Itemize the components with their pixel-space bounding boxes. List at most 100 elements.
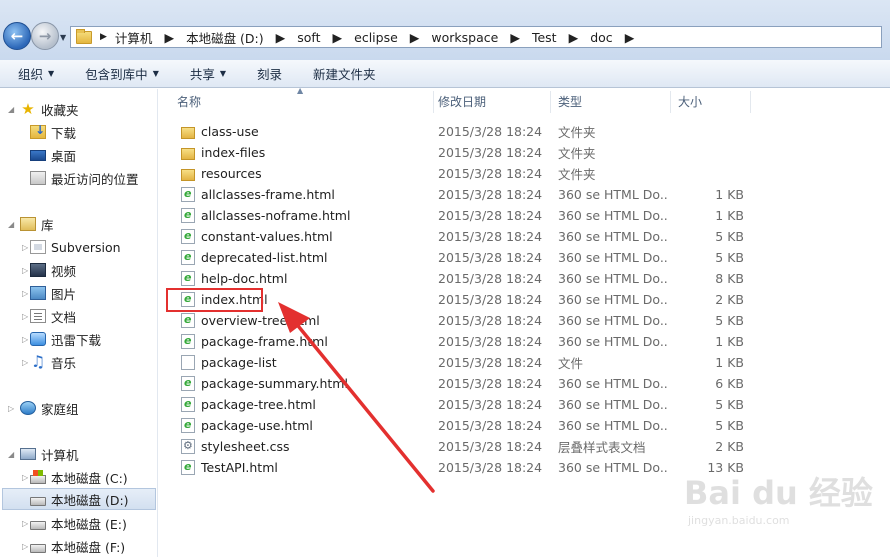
file-row[interactable]: help-doc.html 2015/3/28 18:24 360 se HTML … (159, 268, 890, 289)
file-name-cell[interactable]: resources (181, 166, 262, 181)
chevron-right-icon[interactable]: ▶ (404, 30, 426, 45)
expand-icon[interactable]: ▷ (22, 312, 28, 321)
address-bar[interactable]: ▶ 计算机 ▶ 本地磁盘 (D:) ▶ soft ▶ eclipse ▶ workspa… (70, 26, 882, 48)
file-size: 5 KB (715, 250, 744, 265)
expand-icon[interactable]: ▷ (22, 519, 28, 528)
file-row[interactable]: deprecated-list.html 2015/3/28 18:24 360 s… (159, 247, 890, 268)
breadcrumb-soft[interactable]: soft (291, 30, 326, 45)
column-header-modified[interactable]: 修改日期 (430, 89, 548, 114)
column-header-size[interactable]: 大小 (670, 89, 750, 114)
nav-pictures[interactable]: 图片 (30, 282, 76, 304)
file-row[interactable]: overview-tree.html 2015/3/28 18:24 360 se … (159, 310, 890, 331)
include-library-button[interactable]: 包含到库中 ▼ (67, 60, 172, 87)
file-row[interactable]: resources 2015/3/28 18:24 文件夹 (159, 163, 890, 184)
file-name-cell[interactable]: constant-values.html (181, 229, 333, 244)
forward-button[interactable]: → (31, 22, 59, 50)
organize-button[interactable]: 组织 ▼ (0, 60, 67, 87)
music-note-icon: ♫ (30, 352, 46, 371)
file-row[interactable]: index.html2015/3/28 18:24360 se HTML Do.… (159, 289, 890, 310)
expand-icon[interactable]: ▷ (8, 404, 14, 413)
share-button[interactable]: 共享 ▼ (172, 60, 239, 87)
nav-computer[interactable]: 计算机 (20, 443, 79, 465)
collapse-icon[interactable]: ◢ (8, 220, 14, 229)
breadcrumb-workspace[interactable]: workspace (425, 30, 504, 45)
file-row[interactable]: package-list 2015/3/28 18:24 文件 1 KB (159, 352, 890, 373)
chevron-right-icon[interactable]: ▶ (619, 30, 641, 45)
nav-drive-f[interactable]: 本地磁盘 (F:) (30, 535, 125, 557)
file-row[interactable]: package-tree.html 2015/3/28 18:24 360 se H… (159, 394, 890, 415)
expand-icon[interactable]: ▷ (22, 243, 28, 252)
nav-documents[interactable]: 文档 (30, 305, 76, 327)
file-name-cell[interactable]: deprecated-list.html (181, 250, 328, 265)
file-name-cell[interactable]: package-list (181, 355, 277, 370)
file-name-cell[interactable]: class-use (181, 124, 259, 139)
file-date: 2015/3/28 18:24 (438, 187, 543, 202)
file-name-cell[interactable]: help-doc.html (181, 271, 287, 286)
recent-pages-dropdown[interactable]: ▼ (60, 33, 66, 42)
file-row[interactable]: package-use.html 2015/3/28 18:24 360 se HT… (159, 415, 890, 436)
file-row[interactable]: package-summary.html 2015/3/28 18:24 360 s… (159, 373, 890, 394)
breadcrumb-test[interactable]: Test (526, 30, 563, 45)
file-name-cell[interactable]: TestAPI.html (181, 460, 278, 475)
pictures-library-icon (30, 286, 46, 300)
chevron-right-icon[interactable]: ▶ (327, 30, 349, 45)
file-row[interactable]: allclasses-frame.html 2015/3/28 18:24 360 … (159, 184, 890, 205)
nav-music[interactable]: ♫ 音乐 (30, 351, 76, 373)
file-name-cell[interactable]: index-files (181, 145, 265, 160)
column-divider[interactable] (750, 91, 751, 113)
nav-desktop[interactable]: 桌面 (30, 144, 76, 166)
file-name-cell[interactable]: package-summary.html (181, 376, 348, 391)
nav-drive-e[interactable]: 本地磁盘 (E:) (30, 512, 127, 534)
nav-recent[interactable]: 最近访问的位置 (30, 167, 139, 189)
file-name-cell[interactable]: stylesheet.css (181, 439, 290, 454)
breadcrumb-doc[interactable]: doc (584, 30, 618, 45)
expand-icon[interactable]: ▷ (22, 289, 28, 298)
chevron-right-icon[interactable]: ▶ (270, 30, 292, 45)
file-name-cell[interactable]: allclasses-frame.html (181, 187, 335, 202)
file-name-cell[interactable]: overview-tree.html (181, 313, 320, 328)
file-name-cell[interactable]: package-use.html (181, 418, 313, 433)
chevron-right-icon[interactable]: ▶ (158, 30, 180, 45)
nav-label: 库 (41, 217, 54, 233)
file-row[interactable]: package-frame.html 2015/3/28 18:24 360 se … (159, 331, 890, 352)
collapse-icon[interactable]: ◢ (8, 450, 14, 459)
file-name: package-tree.html (201, 397, 316, 412)
breadcrumb-drive-d[interactable]: 本地磁盘 (D:) (180, 28, 270, 47)
nav-subversion[interactable]: Subversion (30, 236, 121, 258)
nav-videos[interactable]: 视频 (30, 259, 76, 281)
nav-downloads[interactable]: 下载 (30, 121, 76, 143)
file-name-cell[interactable]: package-tree.html (181, 397, 316, 412)
nav-xunlei[interactable]: 迅雷下载 (30, 328, 101, 350)
chevron-right-icon[interactable]: ▶ (563, 30, 585, 45)
breadcrumb-computer[interactable]: 计算机 (109, 28, 159, 47)
chevron-right-icon[interactable]: ▶ (98, 32, 109, 42)
nav-favorites[interactable]: ★ 收藏夹 (20, 98, 78, 120)
expand-icon[interactable]: ▷ (22, 266, 28, 275)
breadcrumb-eclipse[interactable]: eclipse (348, 30, 404, 45)
new-folder-button[interactable]: 新建文件夹 (295, 60, 389, 87)
file-row[interactable]: stylesheet.css 2015/3/28 18:24 层叠样式表文档 2 KB (159, 436, 890, 457)
file-date: 2015/3/28 18:24 (438, 376, 543, 391)
collapse-icon[interactable]: ◢ (8, 105, 14, 114)
nav-drive-c[interactable]: 本地磁盘 (C:) (30, 466, 128, 488)
drive-icon (30, 520, 46, 530)
file-row[interactable]: constant-values.html 2015/3/28 18:24 360 s… (159, 226, 890, 247)
expand-icon[interactable]: ▷ (22, 335, 28, 344)
burn-button[interactable]: 刻录 (239, 60, 295, 87)
nav-homegroup[interactable]: 家庭组 (20, 397, 79, 419)
column-header-name[interactable]: 名称 (169, 89, 433, 114)
file-row[interactable]: index-files 2015/3/28 18:24 文件夹 (159, 142, 890, 163)
nav-drive-d[interactable]: 本地磁盘 (D:) (2, 488, 156, 510)
file-name-cell[interactable]: package-frame.html (181, 334, 328, 349)
nav-libraries[interactable]: 库 (20, 213, 54, 235)
expand-icon[interactable]: ▷ (22, 542, 28, 551)
chevron-right-icon[interactable]: ▶ (504, 30, 526, 45)
expand-icon[interactable]: ▷ (22, 473, 28, 482)
back-button[interactable]: ← (3, 22, 31, 50)
column-header-type[interactable]: 类型 (550, 89, 670, 114)
file-name-cell[interactable]: allclasses-noframe.html (181, 208, 350, 223)
expand-icon[interactable]: ▷ (22, 358, 28, 367)
file-row[interactable]: class-use 2015/3/28 18:24 文件夹 (159, 121, 890, 142)
file-row[interactable]: allclasses-noframe.html 2015/3/28 18:24 36… (159, 205, 890, 226)
file-date: 2015/3/28 18:24 (438, 313, 543, 328)
